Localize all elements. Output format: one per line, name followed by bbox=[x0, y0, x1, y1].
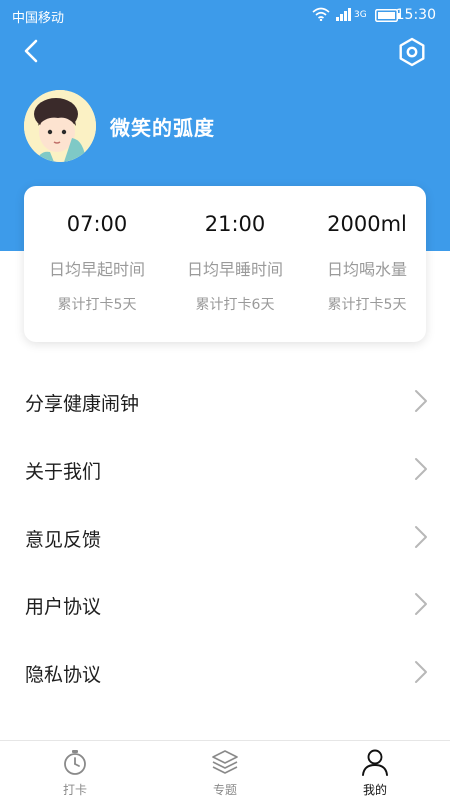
menu-item-label: 分享健康闹钟 bbox=[25, 393, 140, 415]
stat-label: 日均早起时间 bbox=[48, 260, 145, 279]
menu-item-label: 关于我们 bbox=[25, 461, 102, 483]
chevron-right-icon bbox=[415, 390, 427, 412]
stats-card: 07:00 日均早起时间 累计打卡5天 21:00 日均早睡时间 累计打卡6天 … bbox=[24, 186, 426, 342]
wifi-icon bbox=[312, 7, 330, 25]
layers-icon bbox=[212, 750, 238, 774]
menu-item-about-us[interactable]: 关于我们 bbox=[0, 439, 450, 499]
menu-item-label: 隐私协议 bbox=[25, 664, 102, 686]
menu-item-label: 用户协议 bbox=[25, 596, 102, 618]
bottom-tab-bar: 打卡 专题 我的 bbox=[0, 740, 450, 800]
stat-checkin-days: 累计打卡5天 bbox=[327, 297, 407, 313]
settings-button[interactable] bbox=[396, 36, 428, 68]
status-bar: 中国移动 3G 15:30 bbox=[0, 0, 450, 30]
chevron-right-icon bbox=[415, 458, 427, 480]
menu-item-feedback[interactable]: 意见反馈 bbox=[0, 507, 450, 567]
stat-label: 日均早睡时间 bbox=[186, 260, 283, 279]
stat-value: 21:00 bbox=[204, 212, 266, 236]
menu-item-privacy-policy[interactable]: 隐私协议 bbox=[0, 642, 450, 702]
stat-value: 2000ml bbox=[327, 212, 407, 236]
chevron-right-icon bbox=[415, 593, 427, 615]
tab-mine[interactable]: 我的 bbox=[300, 741, 450, 800]
chevron-left-icon bbox=[24, 39, 38, 63]
chevron-right-icon bbox=[415, 526, 427, 548]
stopwatch-icon bbox=[64, 750, 86, 775]
stat-checkin-days: 累计打卡6天 bbox=[195, 297, 275, 313]
stat-value: 07:00 bbox=[66, 212, 128, 236]
stat-water: 2000ml 日均喝水量 累计打卡5天 bbox=[300, 186, 434, 342]
avatar-image bbox=[24, 90, 96, 162]
tab-label: 专题 bbox=[212, 783, 237, 797]
carrier-name: 中国移动 bbox=[12, 11, 65, 26]
tab-checkin[interactable]: 打卡 bbox=[0, 741, 150, 800]
stat-bedtime: 21:00 日均早睡时间 累计打卡6天 bbox=[168, 186, 302, 342]
menu-item-user-agreement[interactable]: 用户协议 bbox=[0, 574, 450, 634]
stat-wake-up: 07:00 日均早起时间 累计打卡5天 bbox=[30, 186, 164, 342]
avatar[interactable] bbox=[24, 90, 96, 162]
hexagon-settings-icon bbox=[399, 37, 425, 67]
menu-item-share-alarm[interactable]: 分享健康闹钟 bbox=[0, 371, 450, 431]
username: 微笑的弧度 bbox=[110, 116, 215, 140]
signal-icon bbox=[336, 7, 352, 25]
menu-item-label: 意见反馈 bbox=[25, 529, 102, 551]
network-type: 3G bbox=[354, 10, 367, 20]
stat-label: 日均喝水量 bbox=[326, 260, 407, 279]
tab-label: 打卡 bbox=[62, 783, 87, 797]
tab-topics[interactable]: 专题 bbox=[150, 741, 300, 800]
clock-time: 15:30 bbox=[395, 7, 436, 23]
tab-label: 我的 bbox=[362, 783, 387, 797]
back-button[interactable] bbox=[18, 36, 46, 66]
chevron-right-icon bbox=[415, 661, 427, 683]
user-icon bbox=[362, 749, 388, 776]
stat-checkin-days: 累计打卡5天 bbox=[57, 297, 137, 313]
